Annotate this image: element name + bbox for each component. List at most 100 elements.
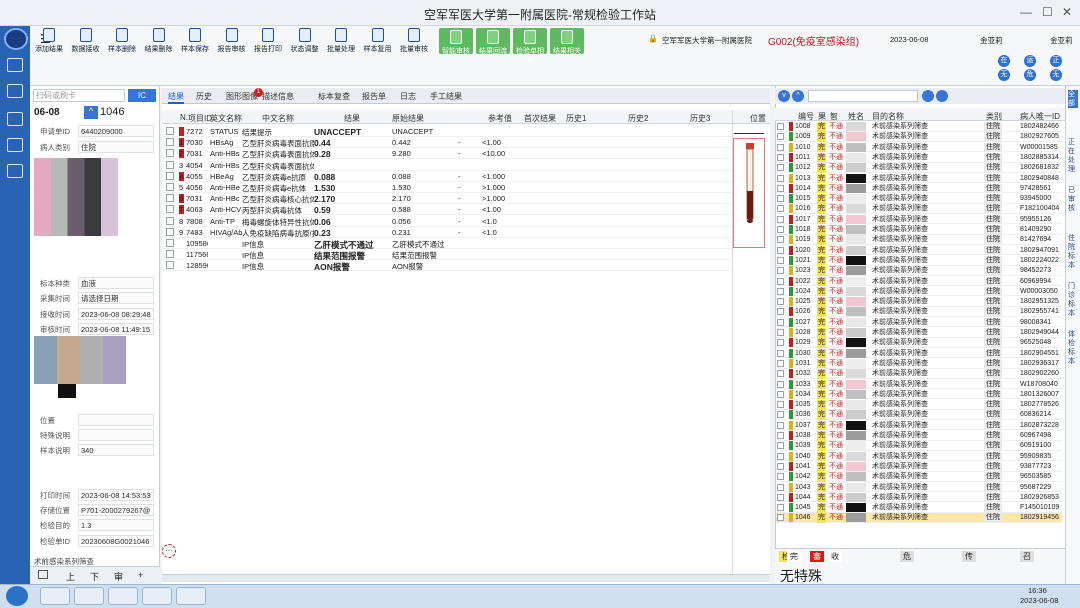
toolbar-button-3[interactable]: 结果删除: [142, 28, 176, 54]
horizontal-scrollbar[interactable]: [162, 574, 770, 582]
result-value[interactable]: 0.44: [314, 138, 390, 148]
list-item[interactable]: 1037 完不通 术前感染系列筛查 住院 1802873228: [776, 420, 1062, 431]
field-value[interactable]: P701-2000279267@: [78, 504, 154, 516]
list-item[interactable]: 1041 完不通 术前感染系列筛查 住院 93877723: [776, 461, 1062, 472]
row-checkbox[interactable]: [777, 174, 784, 182]
list-item[interactable]: 1032 完不通 术前感染系列筛查 住院 1802902260: [776, 369, 1062, 379]
sample-no[interactable]: 1013: [795, 174, 811, 184]
list-item[interactable]: 1017 完不通 术前感染系列筛查 住院 95955126: [776, 214, 1062, 225]
list-item[interactable]: 1020 完不通 术前感染系列筛查 住院 1802947091: [776, 245, 1062, 256]
row-checkbox[interactable]: [777, 421, 784, 429]
tab-1[interactable]: 历史: [196, 91, 212, 102]
taskbar-app-2[interactable]: [74, 587, 104, 605]
row-checkbox[interactable]: [777, 184, 784, 192]
table-row[interactable]: 7 4063 Anti-HCV 丙型肝炎病毒抗体 0.59 0.588- <1.00: [162, 204, 732, 216]
list-item[interactable]: 1010 完不通 术前感染系列筛查 住院 W00001585: [776, 142, 1062, 153]
document-icon[interactable]: [7, 112, 23, 126]
row-checkbox[interactable]: [777, 349, 784, 357]
more-options-icon[interactable]: ⋯: [162, 544, 176, 558]
list-item[interactable]: 1038 完不通 术前感染系列筛查 住院 60967498: [776, 431, 1062, 441]
field-value[interactable]: 2023-06-08 14:53:53: [78, 489, 154, 501]
row-checkbox[interactable]: [166, 250, 174, 259]
sample-no[interactable]: 1041: [795, 462, 811, 472]
sample-no[interactable]: 1044: [795, 493, 811, 503]
list-item[interactable]: 1027 完不通 术前感染系列筛查 住院 98008341: [776, 317, 1062, 328]
row-checkbox[interactable]: [777, 370, 784, 378]
category-tab-3[interactable]: 住院标本: [1068, 234, 1078, 270]
row-checkbox[interactable]: [166, 216, 174, 225]
sample-no[interactable]: 1025: [795, 297, 811, 307]
list-item[interactable]: 1030 完不通 术前感染系列筛查 住院 1802904551: [776, 348, 1062, 359]
sample-no[interactable]: 1043: [795, 483, 811, 493]
row-checkbox[interactable]: [777, 236, 784, 244]
field-value[interactable]: 20230608G0021046: [78, 535, 154, 547]
row-checkbox[interactable]: [777, 143, 784, 151]
sample-no[interactable]: 1033: [795, 380, 811, 390]
row-checkbox[interactable]: [166, 149, 174, 158]
list-item[interactable]: 1015 完不通 术前感染系列筛查 住院 93945000: [776, 194, 1062, 204]
search-icon-2[interactable]: [922, 90, 934, 102]
row-checkbox[interactable]: [777, 318, 784, 326]
nav-button-1[interactable]: 下: [90, 570, 99, 583]
table-row[interactable]: 117566IP信息结果范围报警结果范围报警: [162, 249, 732, 261]
sample-no[interactable]: 1022: [795, 277, 811, 287]
category-tab-1[interactable]: 正在处理: [1068, 138, 1078, 174]
row-checkbox[interactable]: [777, 123, 784, 130]
list-item[interactable]: 1024 完不通 术前感染系列筛查 住院 W00003050: [776, 286, 1062, 297]
toolbar-button-11[interactable]: 智能审核: [439, 28, 473, 55]
sample-number[interactable]: 1046: [100, 106, 124, 118]
sample-no[interactable]: 1034: [795, 390, 811, 400]
refresh-icon[interactable]: [936, 90, 948, 102]
nav-button-3[interactable]: +: [138, 570, 143, 580]
field-value[interactable]: 2023-06-08 08:29:48: [78, 308, 154, 320]
sample-no[interactable]: 1019: [795, 235, 811, 245]
briefcase-icon[interactable]: [7, 138, 23, 152]
sample-no[interactable]: 1036: [795, 410, 811, 420]
table-row[interactable]: 6 7031 Anti-HBc 乙型肝炎病毒核心抗体 2.170 2.170- >1.000: [162, 193, 732, 205]
toolbar-button-5[interactable]: 报告审核: [215, 28, 249, 54]
list-item[interactable]: 1023 完不通 术前感染系列筛查 住院 98452273: [776, 266, 1062, 276]
toolbar-button-6[interactable]: 报告打印: [251, 28, 285, 54]
close-button[interactable]: ✕: [1062, 5, 1072, 19]
sample-no[interactable]: 1029: [795, 338, 811, 348]
row-checkbox[interactable]: [777, 277, 784, 285]
row-checkbox[interactable]: [777, 473, 784, 481]
row-checkbox[interactable]: [166, 227, 174, 236]
status-button-none-2[interactable]: 无: [1050, 69, 1062, 81]
sample-no[interactable]: 1010: [795, 143, 811, 153]
row-checkbox[interactable]: [777, 287, 784, 295]
sample-no[interactable]: 1026: [795, 307, 811, 317]
row-checkbox[interactable]: [166, 205, 174, 214]
status-legend-item[interactable]: 完: [787, 551, 801, 562]
category-tab-4[interactable]: 门诊标本: [1068, 282, 1078, 318]
sample-no[interactable]: 1018: [795, 225, 811, 235]
row-checkbox[interactable]: [777, 298, 784, 306]
row-checkbox[interactable]: [777, 308, 784, 316]
toolbar-button-7[interactable]: 状态调整: [288, 28, 322, 54]
sample-no[interactable]: 1038: [795, 431, 811, 441]
row-checkbox[interactable]: [166, 171, 174, 180]
table-row[interactable]: 7272 STATUS 结果提示 UNACCEPT UNACCEPT: [162, 126, 732, 137]
taskbar-app-4[interactable]: [142, 587, 172, 605]
toolbar-button-1[interactable]: 数据接收: [69, 28, 103, 54]
list-item[interactable]: 1042 完不通 术前感染系列筛查 住院 96503585: [776, 472, 1062, 482]
sample-filter-select[interactable]: [808, 90, 918, 102]
maximize-button[interactable]: ☐: [1042, 5, 1053, 19]
minimize-button[interactable]: —: [1020, 5, 1032, 19]
sample-no[interactable]: 1037: [795, 421, 811, 431]
sample-no[interactable]: 1031: [795, 359, 811, 369]
row-checkbox[interactable]: [777, 380, 784, 388]
chevron-up-icon-2[interactable]: ^: [792, 90, 804, 102]
category-tab-2[interactable]: 已审核: [1068, 186, 1078, 213]
row-checkbox[interactable]: [777, 390, 784, 398]
field-value[interactable]: [78, 429, 154, 441]
list-item[interactable]: 1019 完不通 术前感染系列筛查 住院 81427694: [776, 235, 1062, 245]
sample-no[interactable]: 1035: [795, 400, 811, 410]
row-checkbox[interactable]: [166, 160, 174, 169]
toolbar-button-2[interactable]: 样本删除: [105, 28, 139, 54]
list-item[interactable]: 1033 完不通 术前感染系列筛查 住院 W18708040: [776, 379, 1062, 390]
table-row[interactable]: 5 4056 Anti-HBe 乙型肝炎病毒e抗体 1.530 1.530- >1.000: [162, 182, 732, 193]
lab-group[interactable]: G002(免疫室感染组): [768, 33, 859, 48]
sample-no[interactable]: 1023: [795, 266, 811, 276]
row-checkbox[interactable]: [777, 267, 784, 275]
